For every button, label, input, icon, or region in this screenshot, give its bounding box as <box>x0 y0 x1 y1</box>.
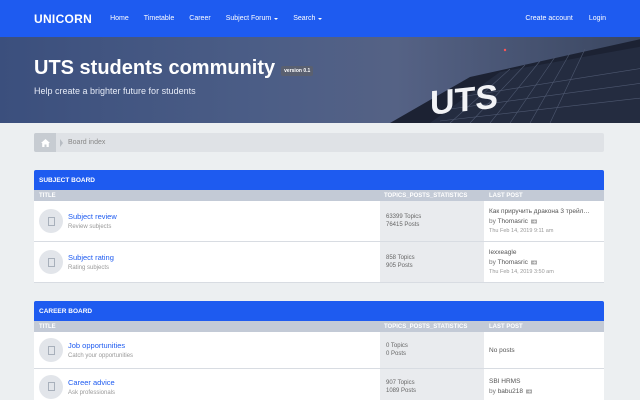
forum-description: Ask professionals <box>68 389 116 396</box>
last-post-username[interactable]: Thomasric <box>498 259 528 266</box>
forum-link[interactable]: Career advice <box>68 378 115 387</box>
forum-description: Rating subjects <box>68 265 110 271</box>
nav-search-label: Search <box>293 15 316 22</box>
no-posts-label: No posts <box>489 346 515 354</box>
posts-count: 1089 Posts <box>386 387 417 394</box>
column-title: TITLE <box>39 192 56 199</box>
last-post-link[interactable]: SBI HRMS <box>489 378 604 385</box>
last-post-username[interactable]: babu218 <box>498 388 523 395</box>
chevron-down-icon <box>318 17 323 20</box>
forum-read-icon <box>39 250 63 274</box>
hero-title: UTS students community version 0.1 <box>34 57 314 80</box>
breadcrumb-separator-icon <box>60 138 63 147</box>
posts-count: 905 Posts <box>386 263 413 269</box>
last-post-by-label: by <box>489 388 496 395</box>
column-headers: TITLE TOPICS_POSTS_STATISTICS LAST POST <box>34 190 604 201</box>
nav-subject-forum-label: Subject Forum <box>225 15 272 22</box>
subject-board: SUBJECT BOARD TITLE TOPICS_POSTS_STATIST… <box>34 170 604 283</box>
last-post-by-label: by <box>489 259 496 266</box>
home-icon[interactable] <box>34 133 56 152</box>
forum-link[interactable]: Subject review <box>68 212 117 221</box>
last-post-link[interactable]: Как приручить дракона 3 трейл… <box>489 208 604 215</box>
breadcrumb-board-index[interactable]: Board index <box>68 139 105 146</box>
svg-text:UTS: UTS <box>430 78 498 123</box>
forum-row: Career advice Ask professionals 907 Topi… <box>34 369 604 400</box>
forum-title-cell: Subject review Review subjects <box>34 201 380 241</box>
building-image: UTS <box>390 39 640 123</box>
last-post-cell: SBI HRMS by babu218 <box>484 369 604 400</box>
forum-title-cell: Job opportunities Catch your opportuniti… <box>34 332 380 368</box>
forum-link[interactable]: Subject rating <box>68 253 114 262</box>
forum-read-icon <box>39 338 63 362</box>
nav-timetable-link[interactable]: Timetable <box>144 15 174 22</box>
forum-row: Subject review Review subjects 63399 Top… <box>34 201 604 242</box>
last-post-date: Thu Feb 14, 2019 3:50 am <box>489 269 554 275</box>
nav-career-link[interactable]: Career <box>189 15 210 22</box>
forum-stats-cell: 0 Topics 0 Posts <box>380 332 484 368</box>
last-post-author: by babu218 <box>489 388 604 395</box>
posts-count: 0 Posts <box>386 351 407 357</box>
forum-title-cell: Subject rating Rating subjects <box>34 242 380 282</box>
forum-title-cell: Career advice Ask professionals <box>34 369 380 400</box>
nav-home-link[interactable]: Home <box>110 15 129 22</box>
version-badge: version 0.1 <box>281 65 314 76</box>
column-title: TITLE <box>39 323 56 330</box>
create-account-link[interactable]: Create account <box>525 15 572 22</box>
top-navbar: UNICORN Home Timetable Career Subject Fo… <box>0 0 640 37</box>
topics-count: 858 Topics <box>386 255 415 261</box>
chevron-down-icon <box>274 17 279 20</box>
nav-links: Home Timetable Career Subject Forum Sear… <box>110 15 337 22</box>
topics-count: 907 Topics <box>386 379 415 386</box>
forum-row: Job opportunities Catch your opportuniti… <box>34 332 604 369</box>
last-post-by-label: by <box>489 218 496 225</box>
last-post-cell: Как приручить дракона 3 трейл… by Thomas… <box>484 201 604 241</box>
career-board: CAREER BOARD TITLE TOPICS_POSTS_STATISTI… <box>34 301 604 400</box>
column-stats: TOPICS_POSTS_STATISTICS <box>384 192 468 199</box>
topics-count: 0 Topics <box>386 343 408 349</box>
hero-banner: UTS UTS students community version 0.1 H… <box>0 37 640 123</box>
hero-subtitle: Help create a brighter future for studen… <box>34 86 196 96</box>
forum-row: Subject rating Rating subjects 858 Topic… <box>34 242 604 283</box>
forum-stats-cell: 858 Topics 905 Posts <box>380 242 484 282</box>
posts-count: 76415 Posts <box>386 222 420 228</box>
forum-description: Catch your opportunities <box>68 353 134 359</box>
breadcrumb: Board index <box>34 133 604 152</box>
last-post-cell: lexxeagle by Thomasric Thu Feb 14, 2019 … <box>484 242 604 282</box>
jump-to-post-icon[interactable] <box>530 260 537 265</box>
last-post-author: by Thomasric <box>489 218 604 225</box>
forum-link[interactable]: Job opportunities <box>68 341 133 350</box>
forum-stats-cell: 63399 Topics 76415 Posts <box>380 201 484 241</box>
site-title: UTS students community <box>34 57 276 79</box>
nav-account-links: Create account Login <box>525 15 606 22</box>
forum-description: Review subjects <box>68 224 112 230</box>
last-post-cell: No posts <box>484 332 604 368</box>
last-post-username[interactable]: Thomasric <box>498 218 528 225</box>
last-post-date: Thu Feb 14, 2019 9:11 am <box>489 228 554 234</box>
column-stats: TOPICS_POSTS_STATISTICS <box>384 323 468 330</box>
last-post-author: by Thomasric <box>489 259 604 266</box>
nav-search-dropdown[interactable]: Search <box>293 15 323 22</box>
forum-stats-cell: 907 Topics 1089 Posts <box>380 369 484 400</box>
column-last-post: LAST POST <box>489 192 523 199</box>
forum-read-icon <box>39 209 63 233</box>
column-headers: TITLE TOPICS_POSTS_STATISTICS LAST POST <box>34 321 604 332</box>
board-header[interactable]: SUBJECT BOARD <box>34 170 604 190</box>
brand-logo[interactable]: UNICORN <box>34 12 92 26</box>
topics-count: 63399 Topics <box>386 214 422 220</box>
board-header[interactable]: CAREER BOARD <box>34 301 604 321</box>
forum-read-icon <box>39 374 63 399</box>
last-post-link[interactable]: lexxeagle <box>489 249 604 256</box>
jump-to-post-icon[interactable] <box>530 219 537 224</box>
column-last-post: LAST POST <box>489 323 523 330</box>
login-link[interactable]: Login <box>589 15 606 22</box>
nav-subject-forum-dropdown[interactable]: Subject Forum <box>226 15 279 22</box>
jump-to-post-icon[interactable] <box>525 389 532 394</box>
